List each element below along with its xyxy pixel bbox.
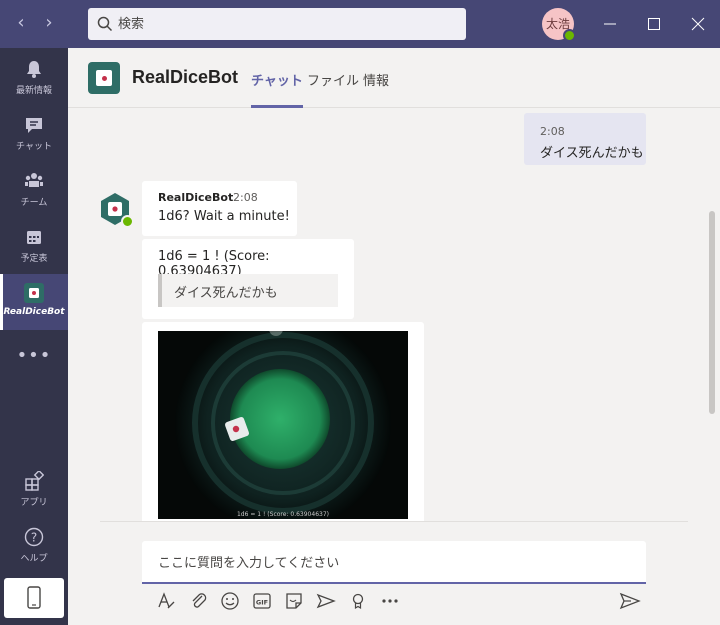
rail-item-label: 予定表 — [20, 254, 48, 264]
back-arrow-icon[interactable]: ‹ — [10, 12, 32, 34]
rail-item-label: アプリ — [20, 498, 48, 508]
rail-item-label: チャット — [16, 142, 52, 152]
send-icon[interactable] — [619, 591, 641, 611]
svg-text:GIF: GIF — [256, 598, 268, 606]
dice-icon — [96, 70, 112, 86]
message-author: RealDiceBot — [158, 191, 234, 204]
rail-item-realdicebot[interactable]: RealDiceBot — [0, 274, 68, 330]
help-icon: ? — [24, 527, 44, 547]
forward-arrow-icon[interactable]: › — [38, 12, 60, 34]
rail-item-label: 最新情報 — [15, 86, 52, 96]
divider — [100, 521, 688, 522]
search-box[interactable] — [88, 8, 466, 40]
message-text: ダイス死んだかも — [540, 146, 644, 161]
quote-text: ダイス死んだかも — [174, 286, 278, 301]
message-input[interactable] — [158, 552, 628, 574]
rail-item-label: チーム — [20, 198, 48, 208]
more-options-icon[interactable] — [380, 591, 400, 611]
svg-text:?: ? — [31, 531, 37, 545]
more-apps-icon[interactable]: ••• — [0, 346, 68, 366]
app-rail: 最新情報 チャット チーム 予定表 RealDiceBot ••• アプリ ? … — [0, 48, 68, 625]
rail-item-teams[interactable]: チーム — [0, 162, 68, 218]
tab-files[interactable]: ファイル — [307, 70, 359, 108]
bell-icon — [27, 61, 41, 78]
apps-icon — [25, 471, 44, 491]
rail-item-activity[interactable]: 最新情報 — [0, 50, 68, 106]
gif-icon[interactable]: GIF — [252, 591, 272, 611]
rail-item-apps[interactable]: アプリ — [0, 462, 68, 518]
close-button[interactable] — [676, 0, 720, 48]
bot-message[interactable]: 1d6 = 1 ! (Score: 0.63904637) — [142, 322, 424, 521]
bot-avatar[interactable] — [98, 192, 134, 228]
message-list: 2:08 ダイス死んだかも RealDiceBot 2:08 1d6? Wait… — [68, 109, 720, 521]
teams-icon — [25, 173, 43, 187]
rail-item-calendar[interactable]: 予定表 — [0, 218, 68, 274]
message-time: 2:08 — [540, 125, 565, 138]
phone-icon — [27, 586, 41, 609]
chat-header: RealDiceBot チャット ファイル 情報 — [68, 48, 720, 108]
rail-item-label: ヘルプ — [20, 554, 48, 564]
format-icon[interactable] — [156, 591, 176, 611]
tab-chat[interactable]: チャット — [251, 70, 303, 108]
dice-photo[interactable]: 1d6 = 1 ! (Score: 0.63904637) — [158, 331, 408, 519]
minimize-button[interactable] — [588, 0, 632, 48]
close-icon — [691, 17, 705, 31]
sticker-icon[interactable] — [284, 591, 304, 611]
scrollbar[interactable] — [709, 211, 715, 414]
presence-available-icon — [563, 29, 576, 42]
compose-box[interactable] — [142, 541, 646, 584]
minimize-icon — [604, 23, 616, 25]
my-message[interactable]: 2:08 ダイス死んだかも — [524, 113, 646, 165]
image-caption: 1d6 = 1 ! (Score: 0.63904637) — [237, 511, 329, 518]
rail-item-label: RealDiceBot — [3, 307, 65, 317]
meet-now-icon[interactable] — [316, 591, 336, 611]
message-text: 1d6? Wait a minute! — [158, 209, 290, 224]
calendar-icon — [27, 231, 41, 244]
mobile-app-button[interactable] — [4, 578, 64, 618]
emoji-icon[interactable] — [220, 591, 240, 611]
dice-bot-icon — [24, 283, 44, 303]
maximize-icon — [648, 18, 660, 30]
rail-item-help[interactable]: ? ヘルプ — [0, 518, 68, 574]
user-avatar[interactable]: 太浩 — [542, 8, 576, 42]
bot-logo — [88, 62, 120, 94]
maximize-button[interactable] — [632, 0, 676, 48]
message-time: 2:08 — [233, 191, 258, 204]
attach-icon[interactable] — [189, 591, 209, 611]
presence-available-icon — [121, 215, 134, 228]
title-bar: ‹ › 太浩 — [0, 0, 720, 48]
quoted-message: ダイス死んだかも — [158, 274, 338, 307]
chat-icon — [26, 118, 42, 133]
praise-icon[interactable] — [348, 591, 368, 611]
bot-message[interactable]: 1d6 = 1 ! (Score: 0.63904637) ダイス死んだかも — [142, 239, 354, 319]
search-icon — [97, 16, 113, 32]
search-input[interactable] — [118, 8, 458, 40]
tab-info[interactable]: 情報 — [363, 70, 389, 108]
bot-message[interactable]: RealDiceBot 2:08 1d6? Wait a minute! — [142, 181, 297, 236]
rail-item-chat[interactable]: チャット — [0, 106, 68, 162]
chat-title: RealDiceBot — [132, 67, 239, 87]
